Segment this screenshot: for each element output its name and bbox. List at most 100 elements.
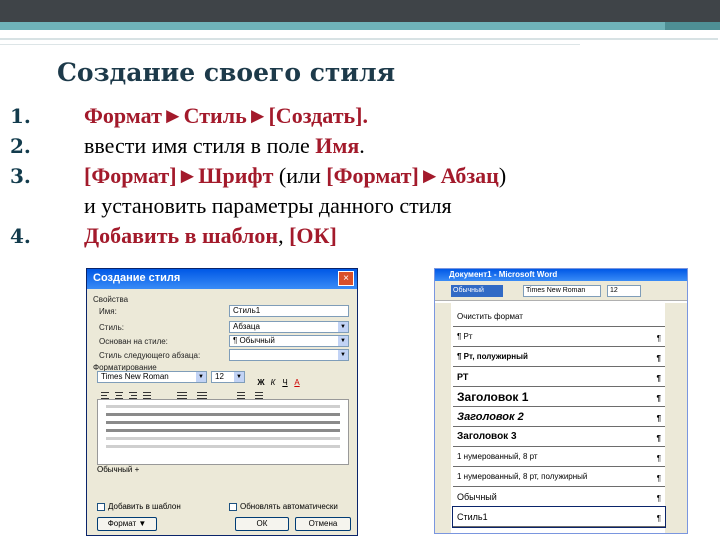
cancel-button[interactable]: Отмена	[295, 517, 351, 531]
left-toolbar	[435, 303, 451, 533]
preview-line	[106, 413, 340, 416]
size-box[interactable]: 12	[607, 285, 641, 297]
paragraph-mark-icon: ¶	[656, 394, 661, 403]
chevron-down-icon[interactable]: ▼	[338, 350, 348, 360]
ok-button[interactable]: ОК	[235, 517, 289, 531]
styles-dropdown: Очистить формат ¶ Рт ¶ ¶ Рт, полужирный ¶ …	[452, 307, 666, 528]
step-text: (или	[273, 163, 327, 188]
style-type-label: Стиль:	[99, 323, 124, 332]
style-item-label: Очистить формат	[457, 312, 523, 321]
name-field[interactable]: Стиль1	[229, 305, 349, 317]
style-item-rt[interactable]: ¶ Рт ¶	[453, 327, 665, 347]
preview-line	[106, 421, 340, 424]
step-4: 4. Добавить в шаблон, [ОК]	[10, 221, 506, 251]
paragraph-mark-icon: ¶	[656, 414, 661, 423]
step-text: .	[359, 133, 365, 158]
name-label: Имя:	[99, 307, 117, 316]
style-item-rt-bold[interactable]: ¶ Рт, полужирный ¶	[453, 347, 665, 367]
word-toolbar: Обычный Times New Roman 12	[435, 281, 687, 301]
style-type-value: Абзаца	[233, 322, 260, 331]
font-box[interactable]: Times New Roman	[523, 285, 601, 297]
style-item-label: РТ	[457, 372, 469, 382]
preview-line	[106, 445, 340, 448]
preview-line	[106, 405, 340, 408]
properties-group-label: Свойства	[93, 295, 129, 304]
style-item-numbered-bold[interactable]: 1 нумерованный, 8 рт, полужирный ¶	[453, 467, 665, 487]
step-keyword: Имя	[315, 133, 360, 158]
style-item-heading-1[interactable]: Заголовок 1 ¶	[453, 387, 665, 407]
style-type-select[interactable]: Абзаца ▼	[229, 321, 349, 333]
bold-button[interactable]: Ж	[255, 378, 267, 387]
top-divider-2	[0, 44, 580, 45]
paragraph-mark-icon: ¶	[656, 474, 661, 483]
word-title: Документ1 - Microsoft Word	[435, 269, 687, 281]
based-on-select[interactable]: ¶ Обычный ▼	[229, 335, 349, 347]
based-on-label: Основан на стиле:	[99, 337, 168, 346]
step-1: 1. Формат►Стиль►[Создать].	[10, 101, 506, 131]
step-text: ,	[278, 223, 290, 248]
dialog-title: Создание стиля	[87, 269, 357, 289]
next-style-select[interactable]: ▼	[229, 349, 349, 361]
underline-button[interactable]: Ч	[279, 378, 291, 387]
style-box[interactable]: Обычный	[451, 285, 503, 297]
paragraph-mark-icon: ¶	[656, 334, 661, 343]
style-item-normal[interactable]: Обычный ¶	[453, 487, 665, 507]
chevron-down-icon[interactable]: ▼	[196, 372, 206, 382]
step-number: 3.	[10, 164, 31, 188]
chevron-down-icon[interactable]: ▼	[338, 322, 348, 332]
checkbox-box[interactable]	[97, 502, 105, 511]
step-text: ввести имя стиля в поле	[84, 133, 316, 158]
font-color-button[interactable]: A	[291, 378, 303, 387]
create-style-dialog: Создание стиля × Свойства Имя: Стиль1 Ст…	[86, 268, 358, 536]
chevron-down-icon[interactable]: ▼	[338, 336, 348, 346]
word-window: Документ1 - Microsoft Word Обычный Times…	[434, 268, 688, 534]
style-item-style1[interactable]: Стиль1 ¶	[452, 506, 666, 528]
paragraph-mark-icon: ¶	[656, 354, 661, 363]
style-preview	[97, 399, 349, 465]
checkbox-box[interactable]	[229, 502, 237, 511]
preview-line	[106, 429, 340, 432]
steps-list: 1. Формат►Стиль►[Создать]. 2. ввести имя…	[10, 101, 506, 251]
paragraph-mark-icon: ¶	[656, 454, 661, 463]
step-keyword: Добавить в шаблон	[84, 223, 279, 248]
preview-line	[106, 437, 340, 440]
top-teal-band-end	[665, 22, 720, 30]
alignment-toolbar	[97, 387, 347, 399]
style-item-label: Заголовок 2	[457, 411, 524, 423]
font-select[interactable]: Times New Roman ▼	[97, 371, 207, 383]
step-number: 1.	[10, 104, 31, 128]
slide-title: Создание своего стиля	[57, 58, 396, 87]
based-on-value: ¶ Обычный	[233, 336, 275, 345]
style-item-label: ¶ Рт	[457, 332, 473, 341]
add-to-template-label: Добавить в шаблон	[108, 502, 181, 511]
add-to-template-checkbox[interactable]: Добавить в шаблон	[97, 502, 181, 511]
style-item-clear[interactable]: Очистить формат	[453, 307, 665, 327]
style-item-label: Стиль1	[457, 512, 488, 522]
size-value: 12	[215, 372, 224, 381]
close-icon[interactable]: ×	[338, 271, 354, 286]
format-button[interactable]: Формат ▼	[97, 517, 157, 531]
italic-button[interactable]: К	[267, 378, 279, 387]
style-item-label: Заголовок 1	[457, 390, 529, 404]
step-2: 2. ввести имя стиля в поле Имя.	[10, 131, 506, 161]
top-dark-band	[0, 0, 720, 22]
font-value: Times New Roman	[101, 372, 169, 381]
style-item-heading-3[interactable]: Заголовок 3 ¶	[453, 427, 665, 447]
paragraph-mark-icon: ¶	[656, 514, 661, 523]
top-divider	[0, 38, 718, 40]
step-keyword: [Формат]►Абзац	[326, 163, 499, 188]
auto-update-label: Обновлять автоматически	[240, 502, 338, 511]
top-teal-band	[0, 22, 665, 30]
style-item-rt-caps[interactable]: РТ ¶	[453, 367, 665, 387]
style-item-numbered[interactable]: 1 нумерованный, 8 рт ¶	[453, 447, 665, 467]
right-toolbar	[665, 303, 687, 533]
auto-update-checkbox[interactable]: Обновлять автоматически	[229, 502, 338, 511]
chevron-down-icon[interactable]: ▼	[234, 372, 244, 382]
step-keyword: [Формат]►Шрифт	[84, 163, 274, 188]
step-3-continuation: и установить параметры данного стиля	[84, 193, 452, 218]
style-item-heading-2[interactable]: Заголовок 2 ¶	[453, 407, 665, 427]
style-description: Обычный +	[97, 465, 140, 474]
style-item-label: Обычный	[457, 492, 497, 502]
style-item-label: 1 нумерованный, 8 рт	[457, 452, 538, 461]
size-select[interactable]: 12 ▼	[211, 371, 245, 383]
